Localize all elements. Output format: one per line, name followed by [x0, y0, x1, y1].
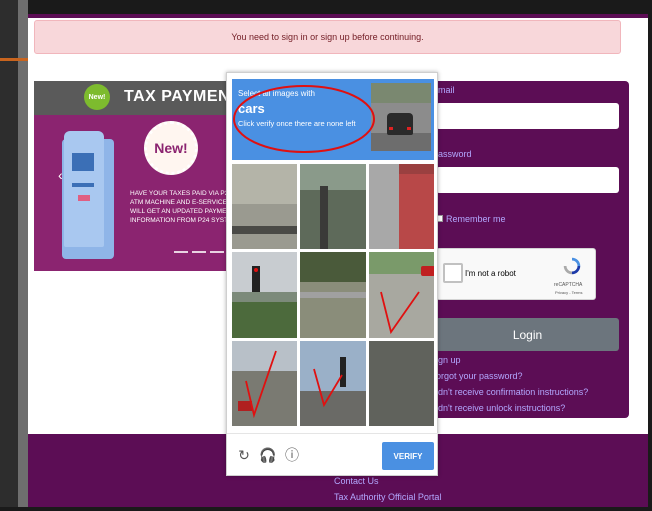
info-icon[interactable]: ⓘ — [283, 446, 301, 464]
captcha-tile-4[interactable] — [232, 252, 298, 338]
carousel-dot[interactable] — [192, 251, 206, 253]
carousel-indicators[interactable] — [174, 251, 224, 253]
banner-text-line: WILL GET AN UPDATED PAYMEN — [130, 208, 227, 215]
password-field[interactable] — [436, 167, 619, 193]
verify-button[interactable]: VERIFY — [382, 442, 434, 470]
top-bar — [28, 14, 648, 18]
atm-illustration — [52, 131, 122, 259]
confirmation-instructions-link[interactable]: idn't receive confirmation instructions? — [436, 387, 588, 397]
captcha-tile-1[interactable] — [232, 164, 298, 250]
recaptcha-privacy-links[interactable]: Privacy - Terms — [555, 290, 582, 295]
recaptcha-checkbox[interactable] — [443, 263, 463, 283]
new-badge-large: New! — [144, 121, 198, 175]
banner-header: New! TAX PAYMENT — [34, 81, 227, 115]
login-button[interactable]: Login — [436, 318, 619, 351]
carousel-dot[interactable] — [174, 251, 188, 253]
captcha-header: Select all images with cars Click verify… — [232, 79, 434, 160]
tax-authority-portal-link[interactable]: Tax Authority Official Portal — [334, 492, 441, 502]
recaptcha-label: I'm not a robot — [465, 269, 516, 278]
new-badge-small: New! — [84, 84, 110, 110]
red-annotation-ellipse — [233, 85, 375, 153]
password-label: assword — [438, 149, 472, 159]
carousel-dot[interactable] — [210, 251, 224, 253]
red-annotation-check — [379, 291, 420, 335]
banner-text-line: INFORMATION FROM P24 SYSTE — [130, 217, 227, 224]
captcha-tile-8[interactable] — [300, 340, 366, 426]
audio-icon[interactable]: 🎧 — [259, 446, 277, 464]
banner-text-line: HAVE YOUR TAXES PAID VIA P2 — [130, 190, 227, 197]
captcha-image-grid — [232, 164, 434, 426]
banner-text-line: ATM MACHINE AND E-SERVICE — [130, 199, 227, 206]
sign-up-link[interactable]: ign up — [436, 355, 461, 365]
remember-me-label: Remember me — [446, 214, 506, 224]
captcha-tile-5[interactable] — [300, 252, 366, 338]
car-shape — [387, 113, 413, 135]
screen-frame-bottom — [0, 507, 652, 511]
red-annotation-check — [245, 350, 277, 418]
screen-frame-left — [0, 0, 28, 511]
recaptcha-logo-icon — [563, 257, 581, 275]
email-field[interactable] — [436, 103, 619, 129]
contact-us-link[interactable]: Contact Us — [334, 476, 379, 486]
captcha-tile-2[interactable] — [300, 164, 366, 250]
captcha-footer: ↻ 🎧 ⓘ VERIFY — [227, 433, 439, 477]
captcha-tile-3[interactable] — [368, 164, 434, 250]
banner-text: HAVE YOUR TAXES PAID VIA P2 ATM MACHINE … — [130, 189, 227, 225]
recaptcha-widget: I'm not a robot reCAPTCHA Privacy - Term… — [436, 248, 596, 300]
banner-title: TAX PAYMENT — [124, 88, 227, 105]
tax-payment-banner[interactable]: New! TAX PAYMENT ‹ New! HAVE YOUR TAXES … — [34, 81, 227, 271]
alert-banner: You need to sign in or sign up before co… — [34, 20, 621, 54]
captcha-sample-image — [371, 83, 431, 151]
captcha-tile-6[interactable] — [368, 252, 434, 338]
captcha-tile-9[interactable] — [368, 340, 434, 426]
recaptcha-brand: reCAPTCHA — [554, 282, 583, 288]
forgot-password-link[interactable]: orgot your password? — [436, 371, 523, 381]
captcha-challenge: Select all images with cars Click verify… — [226, 72, 439, 477]
banner-prev-arrow-icon[interactable]: ‹ — [58, 167, 63, 183]
captcha-tile-7[interactable] — [232, 340, 298, 426]
screen-frame-right — [648, 0, 652, 511]
alert-message: You need to sign in or sign up before co… — [231, 32, 424, 42]
orange-accent — [0, 58, 30, 61]
reload-icon[interactable]: ↻ — [235, 446, 253, 464]
red-annotation-check — [313, 368, 344, 407]
screen-frame-left-inner — [18, 0, 28, 511]
email-label: mail — [438, 85, 455, 95]
unlock-instructions-link[interactable]: idn't receive unlock instructions? — [436, 403, 565, 413]
page: You need to sign in or sign up before co… — [28, 14, 648, 507]
screen-frame-top — [0, 0, 652, 14]
